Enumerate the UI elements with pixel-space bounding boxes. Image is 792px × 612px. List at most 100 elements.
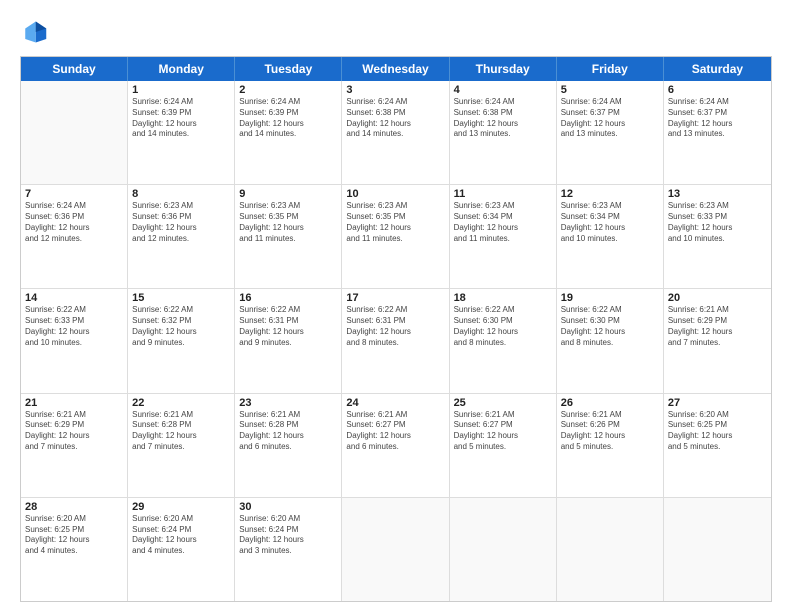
cell-info: Sunrise: 6:23 AM Sunset: 6:34 PM Dayligh…	[454, 201, 552, 244]
day-number: 29	[132, 501, 230, 513]
header-day-wednesday: Wednesday	[342, 57, 449, 81]
cal-cell	[342, 498, 449, 601]
day-number: 12	[561, 188, 659, 200]
cell-info: Sunrise: 6:20 AM Sunset: 6:25 PM Dayligh…	[25, 514, 123, 557]
day-number: 14	[25, 292, 123, 304]
header	[20, 18, 772, 46]
cal-cell: 8Sunrise: 6:23 AM Sunset: 6:36 PM Daylig…	[128, 185, 235, 288]
cal-cell: 26Sunrise: 6:21 AM Sunset: 6:26 PM Dayli…	[557, 394, 664, 497]
header-day-friday: Friday	[557, 57, 664, 81]
cell-info: Sunrise: 6:22 AM Sunset: 6:30 PM Dayligh…	[561, 305, 659, 348]
cell-info: Sunrise: 6:22 AM Sunset: 6:33 PM Dayligh…	[25, 305, 123, 348]
cell-info: Sunrise: 6:24 AM Sunset: 6:39 PM Dayligh…	[239, 97, 337, 140]
cal-cell: 4Sunrise: 6:24 AM Sunset: 6:38 PM Daylig…	[450, 81, 557, 184]
cal-cell: 12Sunrise: 6:23 AM Sunset: 6:34 PM Dayli…	[557, 185, 664, 288]
cell-info: Sunrise: 6:22 AM Sunset: 6:32 PM Dayligh…	[132, 305, 230, 348]
logo	[20, 18, 52, 46]
cal-cell: 3Sunrise: 6:24 AM Sunset: 6:38 PM Daylig…	[342, 81, 449, 184]
day-number: 2	[239, 84, 337, 96]
day-number: 13	[668, 188, 767, 200]
cal-cell: 6Sunrise: 6:24 AM Sunset: 6:37 PM Daylig…	[664, 81, 771, 184]
day-number: 26	[561, 397, 659, 409]
cell-info: Sunrise: 6:21 AM Sunset: 6:27 PM Dayligh…	[454, 410, 552, 453]
day-number: 17	[346, 292, 444, 304]
cal-cell: 22Sunrise: 6:21 AM Sunset: 6:28 PM Dayli…	[128, 394, 235, 497]
cell-info: Sunrise: 6:24 AM Sunset: 6:38 PM Dayligh…	[454, 97, 552, 140]
day-number: 19	[561, 292, 659, 304]
cell-info: Sunrise: 6:23 AM Sunset: 6:36 PM Dayligh…	[132, 201, 230, 244]
day-number: 16	[239, 292, 337, 304]
day-number: 8	[132, 188, 230, 200]
cell-info: Sunrise: 6:24 AM Sunset: 6:38 PM Dayligh…	[346, 97, 444, 140]
cell-info: Sunrise: 6:22 AM Sunset: 6:30 PM Dayligh…	[454, 305, 552, 348]
cal-cell: 13Sunrise: 6:23 AM Sunset: 6:33 PM Dayli…	[664, 185, 771, 288]
cell-info: Sunrise: 6:20 AM Sunset: 6:24 PM Dayligh…	[132, 514, 230, 557]
cal-cell: 28Sunrise: 6:20 AM Sunset: 6:25 PM Dayli…	[21, 498, 128, 601]
day-number: 27	[668, 397, 767, 409]
day-number: 28	[25, 501, 123, 513]
cell-info: Sunrise: 6:21 AM Sunset: 6:26 PM Dayligh…	[561, 410, 659, 453]
day-number: 22	[132, 397, 230, 409]
cal-cell: 14Sunrise: 6:22 AM Sunset: 6:33 PM Dayli…	[21, 289, 128, 392]
day-number: 23	[239, 397, 337, 409]
cal-cell	[450, 498, 557, 601]
cell-info: Sunrise: 6:21 AM Sunset: 6:29 PM Dayligh…	[668, 305, 767, 348]
cell-info: Sunrise: 6:23 AM Sunset: 6:34 PM Dayligh…	[561, 201, 659, 244]
cal-cell	[557, 498, 664, 601]
cell-info: Sunrise: 6:24 AM Sunset: 6:37 PM Dayligh…	[561, 97, 659, 140]
cal-cell	[21, 81, 128, 184]
day-number: 6	[668, 84, 767, 96]
week-row-2: 7Sunrise: 6:24 AM Sunset: 6:36 PM Daylig…	[21, 185, 771, 289]
logo-icon	[20, 18, 48, 46]
week-row-5: 28Sunrise: 6:20 AM Sunset: 6:25 PM Dayli…	[21, 498, 771, 601]
cal-cell: 24Sunrise: 6:21 AM Sunset: 6:27 PM Dayli…	[342, 394, 449, 497]
cell-info: Sunrise: 6:24 AM Sunset: 6:36 PM Dayligh…	[25, 201, 123, 244]
day-number: 9	[239, 188, 337, 200]
cell-info: Sunrise: 6:23 AM Sunset: 6:35 PM Dayligh…	[239, 201, 337, 244]
cal-cell: 16Sunrise: 6:22 AM Sunset: 6:31 PM Dayli…	[235, 289, 342, 392]
day-number: 3	[346, 84, 444, 96]
calendar-header: SundayMondayTuesdayWednesdayThursdayFrid…	[21, 57, 771, 81]
cal-cell: 27Sunrise: 6:20 AM Sunset: 6:25 PM Dayli…	[664, 394, 771, 497]
cal-cell: 23Sunrise: 6:21 AM Sunset: 6:28 PM Dayli…	[235, 394, 342, 497]
day-number: 5	[561, 84, 659, 96]
cell-info: Sunrise: 6:24 AM Sunset: 6:39 PM Dayligh…	[132, 97, 230, 140]
day-number: 4	[454, 84, 552, 96]
cal-cell: 2Sunrise: 6:24 AM Sunset: 6:39 PM Daylig…	[235, 81, 342, 184]
cal-cell: 5Sunrise: 6:24 AM Sunset: 6:37 PM Daylig…	[557, 81, 664, 184]
cell-info: Sunrise: 6:21 AM Sunset: 6:29 PM Dayligh…	[25, 410, 123, 453]
header-day-monday: Monday	[128, 57, 235, 81]
cal-cell: 18Sunrise: 6:22 AM Sunset: 6:30 PM Dayli…	[450, 289, 557, 392]
cal-cell: 25Sunrise: 6:21 AM Sunset: 6:27 PM Dayli…	[450, 394, 557, 497]
cell-info: Sunrise: 6:23 AM Sunset: 6:33 PM Dayligh…	[668, 201, 767, 244]
cell-info: Sunrise: 6:22 AM Sunset: 6:31 PM Dayligh…	[239, 305, 337, 348]
week-row-4: 21Sunrise: 6:21 AM Sunset: 6:29 PM Dayli…	[21, 394, 771, 498]
week-row-3: 14Sunrise: 6:22 AM Sunset: 6:33 PM Dayli…	[21, 289, 771, 393]
header-day-sunday: Sunday	[21, 57, 128, 81]
day-number: 18	[454, 292, 552, 304]
day-number: 30	[239, 501, 337, 513]
calendar: SundayMondayTuesdayWednesdayThursdayFrid…	[20, 56, 772, 602]
cell-info: Sunrise: 6:21 AM Sunset: 6:28 PM Dayligh…	[239, 410, 337, 453]
day-number: 25	[454, 397, 552, 409]
page: SundayMondayTuesdayWednesdayThursdayFrid…	[0, 0, 792, 612]
cal-cell: 15Sunrise: 6:22 AM Sunset: 6:32 PM Dayli…	[128, 289, 235, 392]
cal-cell: 1Sunrise: 6:24 AM Sunset: 6:39 PM Daylig…	[128, 81, 235, 184]
day-number: 11	[454, 188, 552, 200]
cal-cell: 20Sunrise: 6:21 AM Sunset: 6:29 PM Dayli…	[664, 289, 771, 392]
cell-info: Sunrise: 6:20 AM Sunset: 6:24 PM Dayligh…	[239, 514, 337, 557]
cal-cell: 7Sunrise: 6:24 AM Sunset: 6:36 PM Daylig…	[21, 185, 128, 288]
day-number: 20	[668, 292, 767, 304]
day-number: 1	[132, 84, 230, 96]
cell-info: Sunrise: 6:20 AM Sunset: 6:25 PM Dayligh…	[668, 410, 767, 453]
cell-info: Sunrise: 6:21 AM Sunset: 6:28 PM Dayligh…	[132, 410, 230, 453]
day-number: 10	[346, 188, 444, 200]
cal-cell: 17Sunrise: 6:22 AM Sunset: 6:31 PM Dayli…	[342, 289, 449, 392]
cal-cell	[664, 498, 771, 601]
header-day-tuesday: Tuesday	[235, 57, 342, 81]
cell-info: Sunrise: 6:21 AM Sunset: 6:27 PM Dayligh…	[346, 410, 444, 453]
header-day-thursday: Thursday	[450, 57, 557, 81]
cal-cell: 30Sunrise: 6:20 AM Sunset: 6:24 PM Dayli…	[235, 498, 342, 601]
day-number: 15	[132, 292, 230, 304]
cal-cell: 10Sunrise: 6:23 AM Sunset: 6:35 PM Dayli…	[342, 185, 449, 288]
